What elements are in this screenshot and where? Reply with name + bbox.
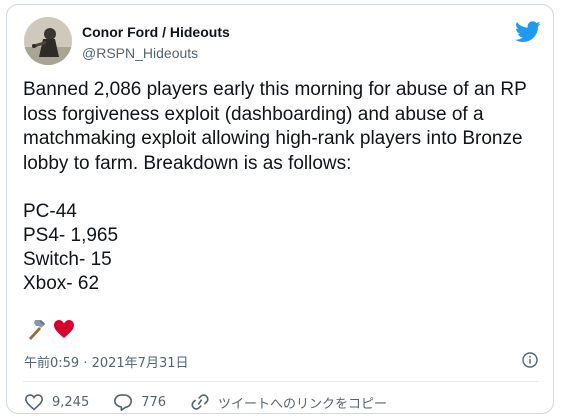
emoji-row — [24, 319, 76, 343]
link-icon — [191, 394, 209, 410]
heart-emoji — [52, 317, 76, 345]
divider — [23, 381, 539, 382]
avatar[interactable] — [24, 17, 72, 65]
reply-icon — [114, 394, 133, 411]
reply-count: 776 — [141, 394, 167, 410]
breakdown-pc: PC-44 — [23, 201, 77, 222]
breakdown-xbox: Xbox- 62 — [23, 273, 100, 294]
hammer-emoji — [24, 317, 48, 345]
tweet-card: Conor Ford / Hideouts @RSPN_Hideouts Ban… — [6, 4, 554, 414]
copy-link-button[interactable]: ツイートへのリンクをコピー — [190, 393, 387, 412]
tweet-body: Banned 2,086 players early this morning … — [23, 79, 527, 174]
like-icon — [24, 394, 44, 411]
reply-button[interactable]: 776 — [113, 393, 166, 411]
tweet-timestamp[interactable]: 午前0:59 · 2021年7月31日 — [24, 352, 189, 371]
author-handle[interactable]: @RSPN_Hideouts — [82, 45, 198, 61]
twitter-bird-icon[interactable] — [515, 21, 541, 43]
like-button[interactable]: 9,245 — [24, 393, 89, 411]
tweet-actions: 9,245 776 ツイートへのリンクをコピー — [24, 392, 411, 412]
copy-link-label: ツイートへのリンクをコピー — [218, 396, 388, 412]
like-count: 9,245 — [52, 394, 90, 410]
breakdown-switch: Switch- 15 — [23, 249, 112, 270]
breakdown-ps4: PS4- 1,965 — [23, 225, 119, 246]
author-name[interactable]: Conor Ford / Hideouts — [82, 24, 230, 40]
breakdown-list: PC-44 PS4- 1,965 Switch- 15 Xbox- 62 — [23, 200, 118, 296]
info-icon[interactable] — [522, 352, 538, 368]
tweet-text: Banned 2,086 players early this morning … — [23, 78, 548, 176]
